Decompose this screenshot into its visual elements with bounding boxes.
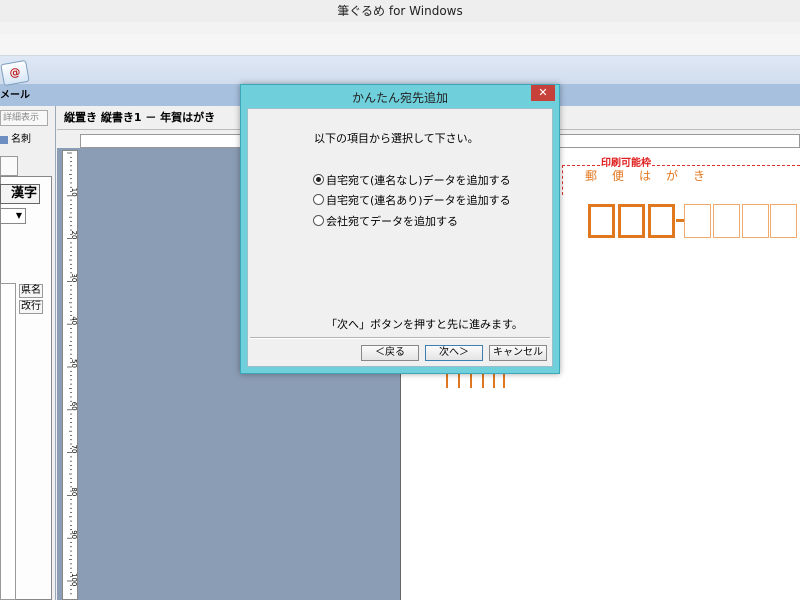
ruler-label: 50	[70, 359, 77, 368]
zip-separator	[676, 219, 684, 222]
ruler-label: 100	[70, 573, 77, 586]
sender-zip-mark	[503, 374, 505, 388]
chevron-down-icon: ▼	[15, 211, 23, 220]
ruler-label: 60	[70, 402, 77, 411]
address-input-field[interactable]	[0, 283, 16, 600]
dialog-separator	[250, 337, 550, 339]
back-button[interactable]: ＜戻る	[361, 345, 419, 361]
zip-box	[648, 204, 675, 238]
ruler-label: 40	[70, 316, 77, 325]
option-home-joint[interactable]: 自宅宛て(連名あり)データを追加する	[313, 193, 511, 209]
sender-zip-mark	[470, 374, 472, 388]
dialog-prompt: 以下の項目から選択して下さい。	[314, 132, 479, 145]
toolbar-strip	[0, 34, 800, 56]
ruler-label: 10	[70, 188, 77, 197]
option-company[interactable]: 会社宛てデータを追加する	[313, 214, 458, 230]
ruler-label: 70	[70, 445, 77, 454]
zip-box	[742, 204, 769, 238]
vertical-ruler: 10 20 30 40 50 60 70 80 90 100	[62, 150, 78, 600]
mail-button-label: メール	[0, 90, 30, 101]
detail-view-button[interactable]: 詳細表示	[0, 110, 48, 126]
postcard-label: 郵便はがき	[585, 169, 721, 183]
line-break-button[interactable]: 改行	[19, 300, 43, 314]
print-area-frame	[562, 165, 800, 166]
ruler-label: 20	[70, 231, 77, 240]
ruler-label: 30	[70, 273, 77, 282]
menu-bar	[0, 22, 800, 34]
option-label: 自宅宛て(連名なし)データを追加する	[326, 174, 511, 187]
prefecture-button[interactable]: 県名	[19, 284, 43, 298]
kanji-button[interactable]: 漢字	[0, 184, 40, 204]
radio-button[interactable]	[313, 215, 324, 226]
panel-tab[interactable]	[0, 156, 18, 176]
ruler-label: 80	[70, 487, 77, 496]
zip-box	[684, 204, 711, 238]
zip-box	[770, 204, 797, 238]
document-title: 縦置き 縦書き1 － 年賀はがき	[64, 111, 216, 124]
window-title: 筆ぐるめ for Windows	[0, 0, 800, 22]
mail-icon: @	[0, 59, 30, 87]
dialog-hint: 「次へ」ボタンを押すと先に進みます。	[326, 318, 523, 331]
zip-box	[618, 204, 645, 238]
zip-box	[713, 204, 740, 238]
ruler-ticks: 10 20 30 40 50 60 70 80 90 100	[67, 152, 77, 595]
option-label: 自宅宛て(連名あり)データを追加する	[326, 194, 511, 207]
radio-button[interactable]	[313, 174, 324, 185]
close-icon[interactable]: ✕	[531, 85, 555, 101]
dialog-title: かんたん宛先追加	[351, 91, 448, 105]
sender-zip-mark	[493, 374, 495, 388]
option-label: 会社宛てデータを追加する	[326, 215, 458, 228]
option-home-single[interactable]: 自宅宛て(連名なし)データを追加する	[313, 173, 511, 189]
ruler-label: 90	[70, 530, 77, 539]
sender-zip-mark	[446, 374, 448, 388]
zip-box	[588, 204, 615, 238]
business-card-tab[interactable]: 名刺	[0, 132, 54, 148]
next-button[interactable]: 次へ＞	[425, 345, 483, 361]
sender-zip-mark	[458, 374, 460, 388]
radio-button[interactable]	[313, 194, 324, 205]
sender-zip-mark	[482, 374, 484, 388]
print-area-frame-left	[562, 165, 563, 195]
cancel-button[interactable]: キャンセル	[489, 345, 547, 361]
